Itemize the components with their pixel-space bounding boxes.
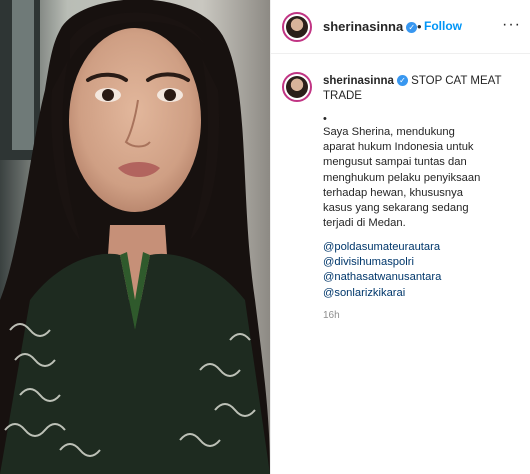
verified-badge-icon: ✓ [406, 22, 418, 33]
caption-bullet: • [323, 113, 327, 125]
post-video[interactable] [0, 0, 270, 474]
username-text: sherinasinna [323, 19, 404, 34]
caption-username-link[interactable]: sherinasinna [323, 75, 394, 87]
more-options-icon[interactable]: ··· [502, 16, 521, 34]
post-header: sherinasinna ✓ • Follow ··· [271, 0, 530, 54]
verified-badge-icon: ✓ [396, 75, 408, 86]
mention-link[interactable]: @divisihumaspolri [323, 255, 513, 270]
username-link[interactable]: sherinasinna ✓ [323, 19, 418, 34]
follow-button[interactable]: Follow [424, 19, 462, 33]
mention-link[interactable]: @sonlarizkikarai [323, 286, 513, 301]
post-timestamp[interactable]: 16h [323, 310, 340, 321]
caption-headline: sherinasinna ✓ STOP CAT MEAT TRADE [323, 74, 515, 104]
video-frame-image [0, 0, 270, 474]
post-side-panel: sherinasinna ✓ • Follow ··· sherinasinna ✓… [270, 0, 530, 474]
mention-link[interactable]: @poldasumateurautara [323, 240, 513, 255]
mention-link[interactable]: @nathasatwanusantara [323, 270, 513, 285]
caption-avatar[interactable] [282, 72, 312, 102]
mention-list: @poldasumateurautara @divisihumaspolri @… [323, 240, 513, 301]
avatar[interactable] [282, 12, 312, 42]
separator-dot: • [417, 19, 422, 34]
caption-body: Saya Sherina, mendukung aparat hukum Ind… [323, 126, 481, 230]
